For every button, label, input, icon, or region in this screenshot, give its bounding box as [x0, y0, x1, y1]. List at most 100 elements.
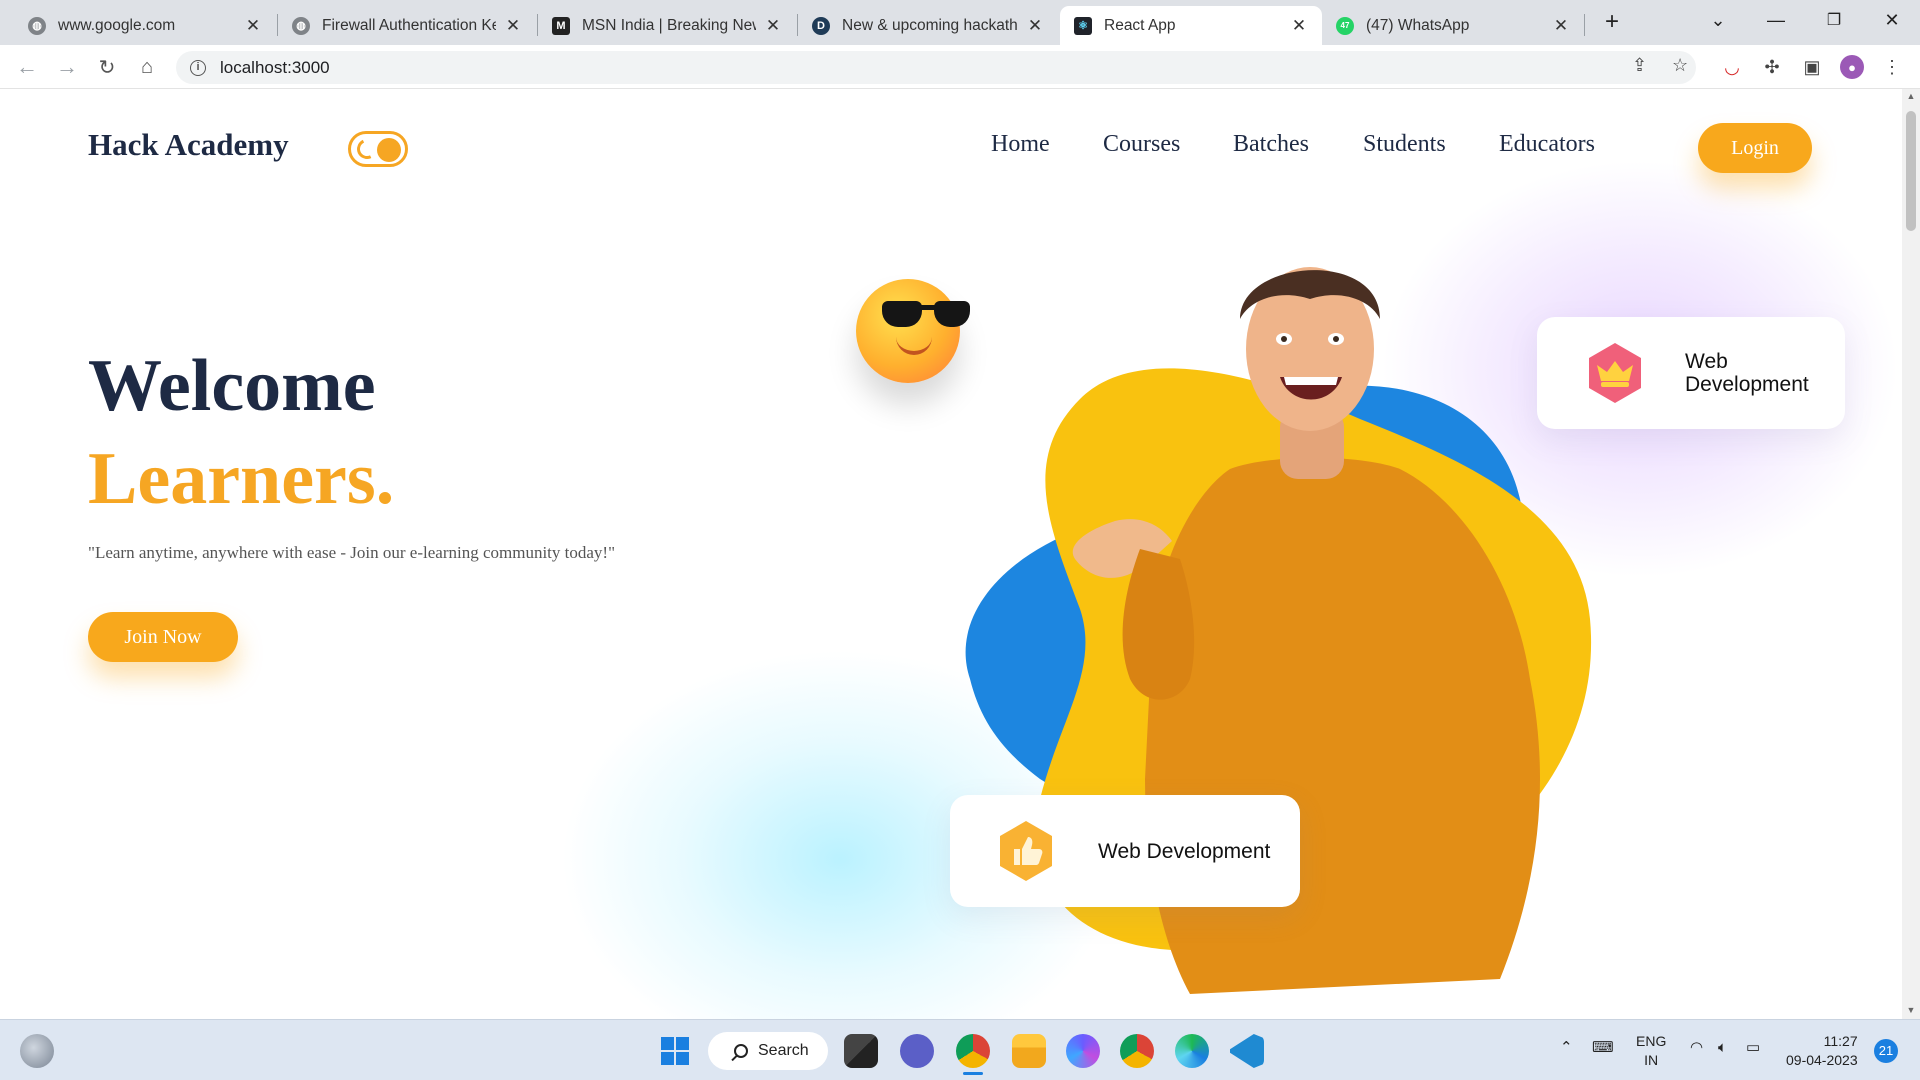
chrome-icon[interactable]: [956, 1034, 990, 1068]
profile-avatar[interactable]: ●: [1840, 55, 1864, 79]
toggle-knob: [377, 138, 401, 162]
close-icon[interactable]: ✕: [764, 16, 782, 36]
moon-icon: [354, 136, 380, 162]
close-icon[interactable]: ✕: [244, 16, 262, 36]
course-card-bottom[interactable]: Web Development: [950, 795, 1300, 907]
extensions-puzzle-icon[interactable]: ✣: [1760, 55, 1784, 79]
clock-date: 09-04-2023: [1786, 1052, 1858, 1068]
whatsapp-icon: 47: [1336, 16, 1354, 35]
battery-icon[interactable]: ▭: [1746, 1038, 1760, 1057]
tab-devfolio[interactable]: D New & upcoming hackathons ✕: [798, 6, 1058, 45]
wifi-icon[interactable]: ◠: [1690, 1038, 1703, 1057]
bookmark-star-icon[interactable]: ☆: [1672, 55, 1688, 76]
edge-icon[interactable]: [1175, 1034, 1209, 1068]
nav-students[interactable]: Students: [1363, 131, 1446, 158]
tab-label: New & upcoming hackathons: [842, 16, 1018, 34]
tab-label: (47) WhatsApp: [1366, 16, 1470, 34]
language-line2: IN: [1644, 1052, 1659, 1068]
clock[interactable]: 11:27 09-04-2023: [1786, 1032, 1858, 1070]
sunglasses-lens: [882, 301, 922, 327]
close-icon[interactable]: ✕: [1026, 16, 1044, 36]
notification-badge[interactable]: 21: [1874, 1039, 1898, 1063]
tab-label: MSN India | Breaking News: [582, 16, 756, 34]
login-button[interactable]: Login: [1698, 123, 1812, 173]
course-card-top[interactable]: Web Development: [1537, 317, 1845, 429]
hero-tagline: "Learn anytime, anywhere with ease - Joi…: [88, 543, 616, 562]
address-toolbar: ← → ↻ ⌂ i localhost:3000 ⇪ ☆ ◡ ✣ ▣ ● ⋮: [0, 45, 1920, 89]
nav-home[interactable]: Home: [991, 131, 1050, 158]
home-button[interactable]: ⌂: [132, 52, 162, 82]
vscode-icon[interactable]: [1230, 1034, 1264, 1068]
share-icon[interactable]: ⇪: [1632, 55, 1647, 76]
weather-widget-icon[interactable]: [20, 1034, 54, 1068]
tab-search-dropdown-icon[interactable]: ⌄: [1690, 0, 1746, 40]
tab-msn[interactable]: M MSN India | Breaking News ✕: [538, 6, 796, 45]
theme-toggle[interactable]: [348, 131, 408, 167]
tab-react-app[interactable]: ⚛ React App ✕: [1060, 6, 1322, 45]
msn-icon: M: [552, 16, 570, 35]
forward-button[interactable]: →: [52, 52, 82, 82]
new-tab-button[interactable]: +: [1584, 2, 1640, 42]
keyboard-icon[interactable]: ⌨: [1592, 1038, 1614, 1057]
page-viewport: Hack Academy Home Courses Batches Studen…: [0, 89, 1902, 1019]
chrome-profile-icon[interactable]: [1120, 1034, 1154, 1068]
windows-taskbar: Search ⌃ ⌨ ENG IN ◠ 🔈︎ ▭ 11:27 09-04-202…: [0, 1019, 1920, 1080]
close-icon[interactable]: ✕: [1290, 16, 1308, 36]
tab-label: www.google.com: [58, 16, 176, 34]
course-card-label: Web Development: [1685, 350, 1809, 396]
back-button[interactable]: ←: [12, 52, 42, 82]
react-icon: ⚛: [1074, 16, 1092, 35]
url-bar[interactable]: i localhost:3000: [176, 51, 1696, 84]
start-button[interactable]: [658, 1034, 692, 1068]
close-icon[interactable]: ✕: [504, 16, 522, 36]
globe-icon: ◍: [28, 16, 46, 35]
site-info-icon[interactable]: i: [190, 59, 206, 76]
nav-educators[interactable]: Educators: [1499, 131, 1595, 158]
course-card-label: Web Development: [1098, 839, 1271, 863]
site-logo[interactable]: Hack Academy: [88, 127, 289, 163]
pocket-extension-icon[interactable]: ◡: [1720, 55, 1744, 79]
clock-time: 11:27: [1823, 1033, 1858, 1049]
windows-logo-icon: [661, 1037, 689, 1065]
join-now-button[interactable]: Join Now: [88, 612, 238, 662]
language-line1: ENG: [1636, 1033, 1667, 1049]
minimize-button[interactable]: —: [1748, 0, 1804, 40]
copilot-icon[interactable]: [1066, 1034, 1100, 1068]
side-panel-icon[interactable]: ▣: [1800, 55, 1824, 79]
browser-tab-strip: ◍ www.google.com ✕ ◍ Firewall Authentica…: [0, 0, 1920, 45]
tab-label: Firewall Authentication Keep: [322, 16, 496, 34]
show-hidden-icons-icon[interactable]: ⌃: [1560, 1038, 1573, 1057]
taskbar-search-label: Search: [758, 1042, 809, 1059]
active-app-indicator: [963, 1072, 983, 1075]
hero-title-line1: Welcome: [88, 345, 376, 427]
language-indicator[interactable]: ENG IN: [1636, 1032, 1666, 1070]
nav-batches[interactable]: Batches: [1233, 131, 1309, 158]
restore-button[interactable]: ❐: [1806, 0, 1862, 40]
task-view-icon[interactable]: [844, 1034, 878, 1068]
scroll-up-icon[interactable]: ▲: [1902, 91, 1920, 101]
tab-firewall[interactable]: ◍ Firewall Authentication Keep ✕: [278, 6, 536, 45]
taskbar-search[interactable]: Search: [708, 1032, 828, 1070]
close-icon[interactable]: ✕: [1552, 16, 1570, 36]
hero-title-line2: Learners.: [88, 438, 395, 520]
devfolio-icon: D: [812, 16, 830, 35]
search-icon: [734, 1044, 748, 1058]
crown-badge-icon: [1583, 341, 1647, 405]
nav-courses[interactable]: Courses: [1103, 131, 1180, 158]
url-text: localhost:3000: [220, 57, 330, 77]
emoji-smile: [896, 337, 932, 355]
close-window-button[interactable]: ✕: [1864, 0, 1920, 40]
tab-label: React App: [1104, 16, 1176, 34]
page-scrollbar[interactable]: ▲ ▼: [1902, 89, 1920, 1019]
tab-whatsapp[interactable]: 47 (47) WhatsApp ✕: [1322, 6, 1584, 45]
scrollbar-thumb[interactable]: [1906, 111, 1916, 231]
thumbs-up-badge-icon: [994, 819, 1058, 883]
volume-icon[interactable]: 🔈︎: [1718, 1038, 1727, 1057]
scroll-down-icon[interactable]: ▼: [1902, 1005, 1920, 1015]
teams-chat-icon[interactable]: [900, 1034, 934, 1068]
file-explorer-icon[interactable]: [1012, 1034, 1046, 1068]
tab-google[interactable]: ◍ www.google.com ✕: [14, 6, 276, 45]
globe-icon: ◍: [292, 16, 310, 35]
browser-menu-icon[interactable]: ⋮: [1880, 55, 1904, 79]
reload-button[interactable]: ↻: [92, 52, 122, 82]
